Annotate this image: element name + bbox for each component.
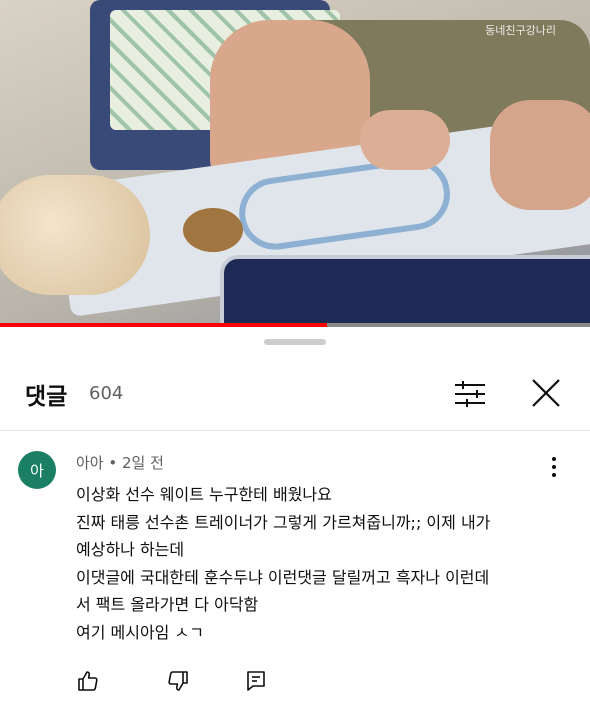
header-divider xyxy=(0,430,590,431)
more-vert-icon[interactable] xyxy=(544,455,564,479)
comment-line: 예상하나 하는데 xyxy=(76,540,185,559)
video-player[interactable]: 동네친구강나리 xyxy=(0,0,590,325)
comment-line: 이상화 선수 웨이트 누구한테 배웠나요 xyxy=(76,485,332,504)
thumb-down-icon[interactable] xyxy=(166,669,190,693)
video-frame-toy xyxy=(183,208,243,252)
comment-line: 서 팩트 올라가면 다 아닥함 xyxy=(76,595,259,614)
sort-filter-icon[interactable] xyxy=(453,379,487,409)
video-frame-hand xyxy=(490,100,590,210)
comment-text: 이상화 선수 웨이트 누구한테 배웠나요 진짜 태릉 선수촌 트레이너가 그렇게… xyxy=(76,481,556,646)
sheet-drag-handle[interactable] xyxy=(264,339,326,345)
thumb-up-icon[interactable] xyxy=(76,669,100,693)
comment-line: 진짜 태릉 선수촌 트레이너가 그렇게 가르쳐줍니까;; 이제 내가 xyxy=(76,512,491,532)
avatar[interactable]: 아 xyxy=(18,451,56,489)
comments-sheet: 댓글 604 아 아아 • 2일 전 이상화 선수 웨이트 누구한테 배웠나요 … xyxy=(0,327,590,705)
video-frame-phone xyxy=(220,255,590,325)
video-frame-dog xyxy=(0,175,150,295)
video-watermark: 동네친구강나리 xyxy=(485,24,556,37)
comment-meta: 아아 • 2일 전 xyxy=(76,454,164,472)
video-frame-hand xyxy=(360,110,450,170)
comments-count: 604 xyxy=(89,383,124,404)
comments-title: 댓글 xyxy=(25,384,68,410)
comment-line: 이댓글에 국대한테 훈수두냐 이런댓글 달릴꺼고 흑자나 이런데 xyxy=(76,567,490,587)
reply-icon[interactable] xyxy=(244,669,268,693)
close-icon[interactable] xyxy=(528,375,564,411)
comment-line: 여기 메시아임 ㅅㄱ xyxy=(76,622,204,642)
